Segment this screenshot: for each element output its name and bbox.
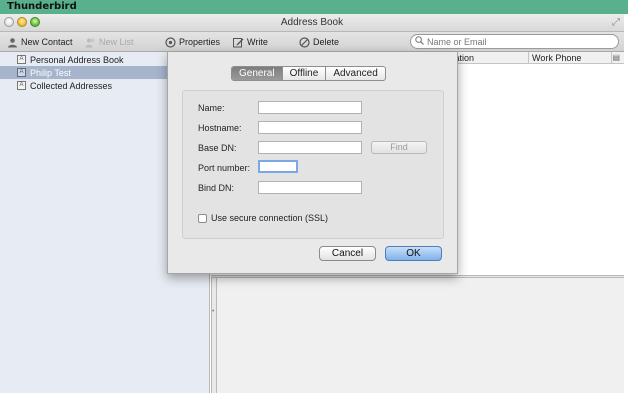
search-input[interactable] [427,36,607,47]
address-book-icon: A [17,68,26,77]
write-label: Write [247,37,268,47]
base-dn-label: Base DN: [198,143,237,153]
person-icon [7,37,18,48]
ssl-checkbox[interactable] [198,213,207,223]
delete-icon [299,36,310,48]
delete-label: Delete [313,37,340,47]
tab-offline[interactable]: Offline [283,67,327,80]
hostname-field[interactable] [258,121,362,134]
pencil-icon [233,37,244,48]
splitter-grip-icon: • [212,308,215,315]
delete-button[interactable]: Delete [299,35,339,49]
toolbar: New Contact New List Properties Write De… [0,32,624,52]
hostname-label: Hostname: [198,123,242,133]
column-separator[interactable] [528,52,529,63]
app-name[interactable]: Thunderbird [7,1,77,12]
bind-dn-field[interactable] [258,181,362,194]
new-contact-button[interactable]: New Contact [7,35,73,49]
search-icon [415,36,424,47]
properties-label: Properties [179,37,221,47]
port-number-label: Port number: [198,163,251,173]
window-title: Address Book [280,17,344,28]
name-field[interactable] [258,101,362,114]
write-button[interactable]: Write [233,35,268,49]
fullscreen-icon[interactable]: ⤢ [612,17,620,28]
dialog-tabs: General Offline Advanced [231,66,386,81]
cancel-button[interactable]: Cancel [319,246,376,261]
name-label: Name: [198,103,225,113]
directory-properties-dialog: General Offline Advanced Name: Hostname:… [167,52,458,274]
address-book-icon: A [17,81,26,90]
app-menu-bar: Thunderbird [0,0,628,14]
ssl-label: Use secure connection (SSL) [211,213,329,223]
new-list-label: New List [99,37,134,47]
search-box[interactable] [410,34,619,49]
sidebar-item-label: Personal Address Book [30,54,124,65]
tab-general[interactable]: General [232,67,283,80]
people-icon [85,37,96,48]
properties-button[interactable]: Properties [165,35,220,49]
window-title-bar: Address Book ⤢ [0,14,624,32]
bind-dn-label: Bind DN: [198,183,235,193]
contact-preview-pane [216,278,624,393]
ssl-option[interactable]: Use secure connection (SSL) [198,213,328,223]
column-picker-icon[interactable]: ▤ [612,53,620,62]
sidebar-item-label: Philip Test [30,67,71,78]
new-contact-label: New Contact [21,37,73,47]
port-number-field[interactable] [258,160,298,173]
column-work-phone[interactable]: Work Phone [532,53,581,63]
properties-icon [165,36,176,48]
ok-button[interactable]: OK [385,246,442,261]
new-list-button[interactable]: New List [85,35,134,49]
find-button[interactable]: Find [371,141,427,154]
address-book-icon: A [17,55,26,64]
sidebar-item-label: Collected Addresses [30,80,113,91]
base-dn-field[interactable] [258,141,362,154]
tab-advanced[interactable]: Advanced [326,67,384,80]
